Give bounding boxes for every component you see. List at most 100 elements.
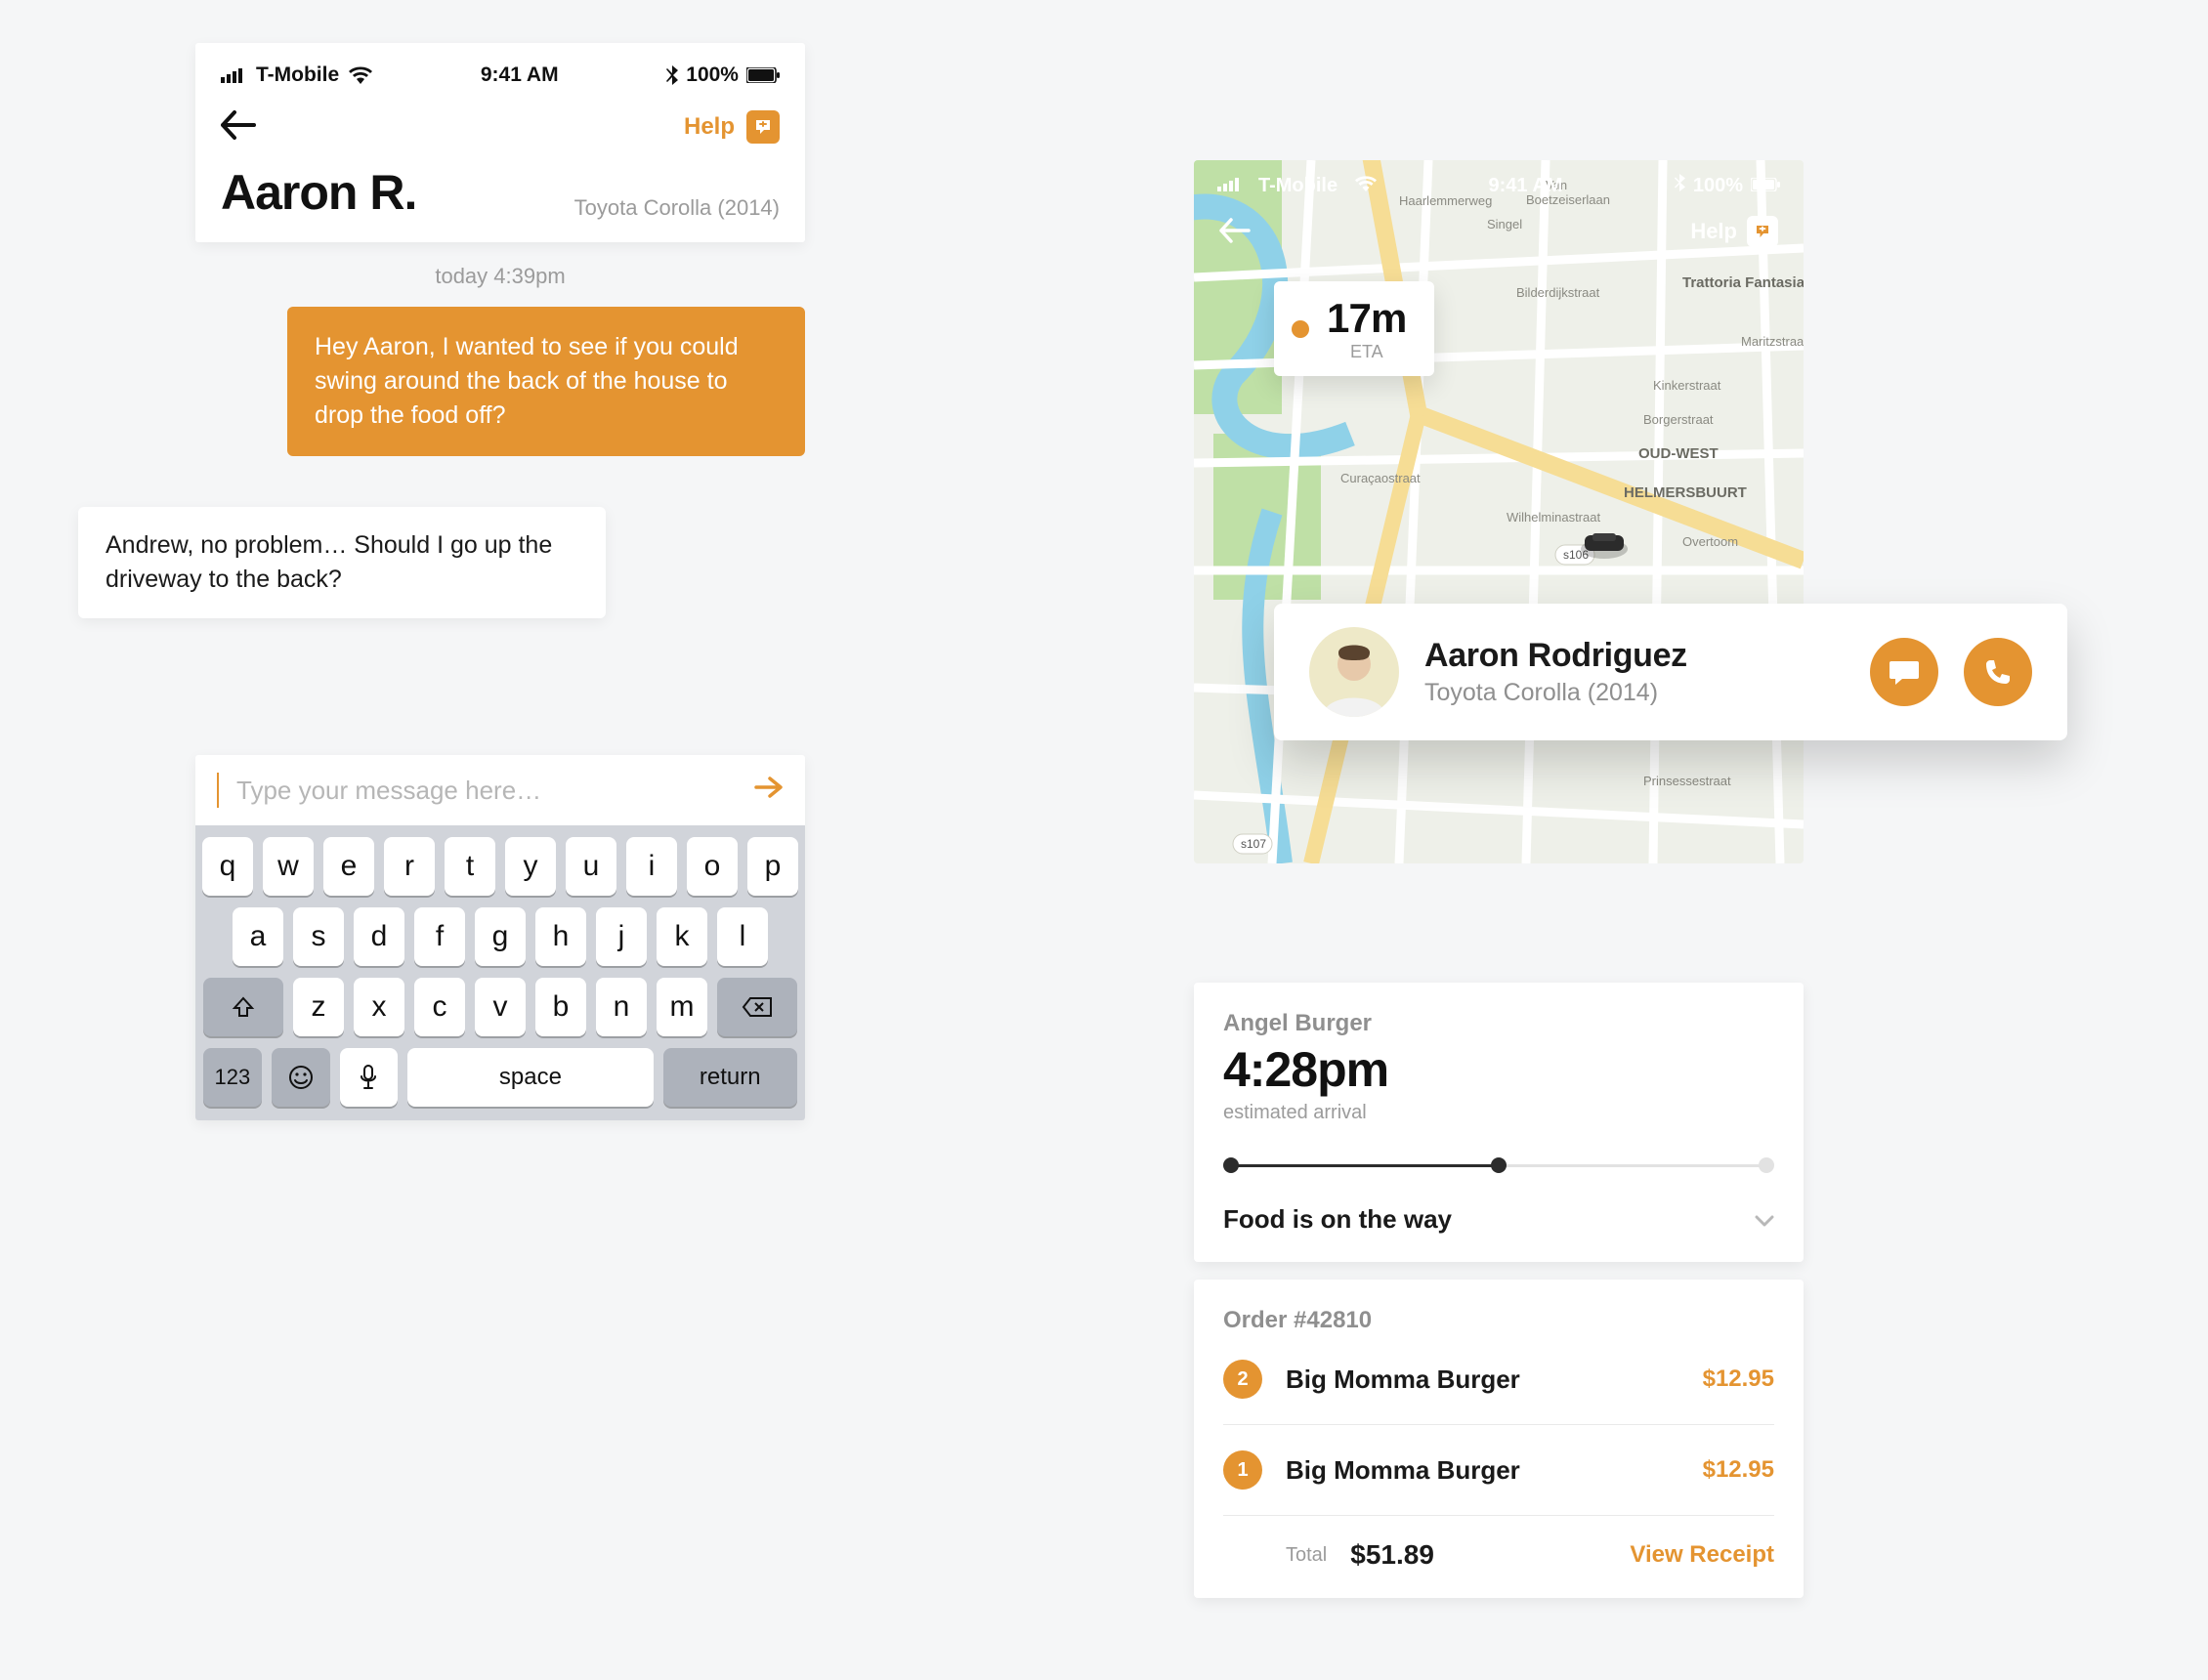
shift-key[interactable] [203, 978, 283, 1036]
item-name: Big Momma Burger [1286, 1365, 1679, 1395]
key-g[interactable]: g [475, 907, 526, 966]
key-b[interactable]: b [535, 978, 586, 1036]
driver-car-info: Toyota Corolla (2014) [1424, 679, 1845, 707]
carrier-label: T-Mobile [256, 63, 339, 87]
emoji-key[interactable] [272, 1048, 330, 1107]
order-item: 2 Big Momma Burger $12.95 [1223, 1334, 1774, 1425]
total-label: Total [1286, 1544, 1327, 1567]
key-a[interactable]: a [233, 907, 283, 966]
eta-label: ETA [1327, 342, 1407, 362]
key-y[interactable]: y [505, 837, 556, 896]
signal-icon [221, 67, 246, 83]
key-i[interactable]: i [626, 837, 677, 896]
order-item: 1Big Momma Burger$12.95 [1223, 1425, 1774, 1516]
svg-text:Curaçaostraat: Curaçaostraat [1340, 471, 1421, 485]
help-badge-icon [1747, 216, 1778, 247]
bluetooth-icon [666, 65, 678, 85]
status-expand-row[interactable]: Food is on the way [1223, 1204, 1774, 1235]
message-incoming: Andrew, no problem… Should I go up the d… [78, 507, 606, 618]
svg-text:OUD-WEST: OUD-WEST [1638, 445, 1719, 462]
message-input[interactable] [236, 776, 741, 806]
message-driver-button[interactable] [1870, 638, 1938, 706]
return-key[interactable]: return [663, 1048, 798, 1107]
mic-key[interactable] [340, 1048, 399, 1107]
message-outgoing: Hey Aaron, I wanted to see if you could … [287, 307, 805, 456]
key-m[interactable]: m [657, 978, 707, 1036]
eta-value: 17m [1327, 295, 1407, 342]
numeric-key[interactable]: 123 [203, 1048, 262, 1107]
key-w[interactable]: w [263, 837, 314, 896]
call-driver-button[interactable] [1964, 638, 2032, 706]
driver-card: Aaron Rodriguez Toyota Corolla (2014) [1274, 604, 2067, 740]
battery-icon [746, 67, 780, 83]
item-price: $12.95 [1703, 1365, 1774, 1393]
carrier-label: T-Mobile [1258, 175, 1338, 197]
key-l[interactable]: l [717, 907, 768, 966]
help-label: Help [1690, 219, 1737, 244]
battery-pct: 100% [686, 63, 739, 87]
signal-icon [1217, 175, 1241, 197]
bluetooth-icon [1675, 174, 1685, 197]
svg-text:Overtoom: Overtoom [1682, 534, 1738, 549]
svg-text:Wilhelminastraat: Wilhelminastraat [1507, 510, 1600, 525]
item-price: $12.95 [1703, 1456, 1774, 1484]
help-button[interactable]: Help [684, 110, 780, 144]
map-back-button[interactable] [1219, 211, 1251, 252]
status-time: 9:41 AM [1489, 175, 1563, 197]
backspace-key[interactable] [717, 978, 797, 1036]
key-h[interactable]: h [535, 907, 586, 966]
key-c[interactable]: c [414, 978, 465, 1036]
key-v[interactable]: v [475, 978, 526, 1036]
key-f[interactable]: f [414, 907, 465, 966]
key-p[interactable]: p [747, 837, 798, 896]
send-button[interactable] [754, 774, 784, 807]
space-key[interactable]: space [407, 1048, 653, 1107]
svg-text:Prinsessestraat: Prinsessestraat [1643, 774, 1731, 788]
driver-car: Toyota Corolla (2014) [574, 195, 780, 221]
restaurant-name: Angel Burger [1223, 1010, 1774, 1037]
driver-avatar [1309, 627, 1399, 717]
key-k[interactable]: k [657, 907, 707, 966]
keyboard: qwertyuiop asdfghjkl zxcvbnm 123 [195, 825, 805, 1120]
status-text: Food is on the way [1223, 1204, 1452, 1235]
key-t[interactable]: t [445, 837, 495, 896]
text-cursor [217, 773, 219, 808]
item-qty: 1 [1223, 1450, 1262, 1490]
key-z[interactable]: z [293, 978, 344, 1036]
item-qty: 2 [1223, 1360, 1262, 1399]
key-j[interactable]: j [596, 907, 647, 966]
key-o[interactable]: o [687, 837, 738, 896]
view-receipt-button[interactable]: View Receipt [1630, 1541, 1774, 1569]
svg-text:Trattoria Fantasia: Trattoria Fantasia [1682, 274, 1804, 291]
key-x[interactable]: x [354, 978, 404, 1036]
svg-text:Maritzstraat: Maritzstraat [1741, 334, 1804, 349]
eta-dot-icon [1292, 320, 1309, 338]
map[interactable]: Singel Bilderdijkstraat Kinkerstraat Bor… [1194, 160, 1804, 863]
key-e[interactable]: e [323, 837, 374, 896]
arrival-sub: estimated arrival [1223, 1102, 1774, 1124]
help-badge-icon [746, 110, 780, 144]
help-label: Help [684, 113, 735, 141]
battery-pct: 100% [1693, 175, 1743, 197]
driver-full-name: Aaron Rodriguez [1424, 637, 1845, 675]
battery-icon [1751, 175, 1780, 197]
key-q[interactable]: q [202, 837, 253, 896]
svg-text:Kinkerstraat: Kinkerstraat [1653, 378, 1721, 393]
key-r[interactable]: r [384, 837, 435, 896]
key-s[interactable]: s [293, 907, 344, 966]
status-time: 9:41 AM [481, 63, 559, 87]
svg-text:HELMERSBUURT: HELMERSBUURT [1624, 484, 1747, 501]
driver-name: Aaron R. [221, 164, 416, 221]
back-button[interactable] [221, 107, 256, 147]
key-n[interactable]: n [596, 978, 647, 1036]
key-d[interactable]: d [354, 907, 404, 966]
total-value: $51.89 [1348, 1539, 1608, 1571]
order-number: Order #42810 [1223, 1307, 1774, 1334]
map-status-bar: T-Mobile 9:41 AM 100% [1194, 160, 1804, 211]
delivery-progress [1223, 1157, 1774, 1173]
map-help-button[interactable]: Help [1690, 216, 1778, 247]
key-u[interactable]: u [566, 837, 616, 896]
chat-header-card: T-Mobile 9:41 AM 100% [195, 43, 805, 242]
svg-text:s107: s107 [1241, 837, 1266, 851]
svg-text:Bilderdijkstraat: Bilderdijkstraat [1516, 285, 1600, 300]
